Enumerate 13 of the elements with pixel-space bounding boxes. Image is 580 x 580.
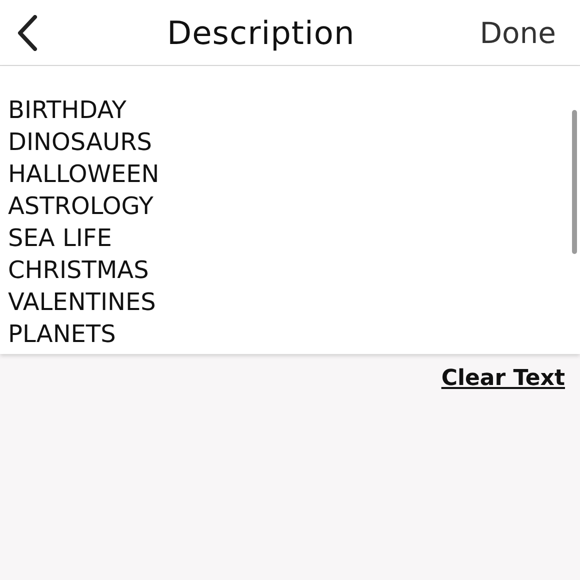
chevron-left-icon xyxy=(16,14,38,50)
description-line: PLANETS xyxy=(8,319,117,350)
description-line: VALENTINES xyxy=(8,287,157,318)
description-line: SEA LIFE xyxy=(8,223,113,254)
screen-title: Description xyxy=(166,14,355,52)
description-line: DINOSAURS xyxy=(8,127,153,158)
clear-text-link[interactable]: Clear Text xyxy=(441,366,565,391)
description-line: HALLOWEEN xyxy=(8,159,160,190)
description-field[interactable]: BIRTHDAY DINOSAURS HALLOWEEN ASTROLOGY SEA LIFE CHRISTMAS VALENTINES PLANETS xyxy=(0,66,580,354)
description-line: ASTROLOGY xyxy=(8,191,154,222)
description-line: BIRTHDAY xyxy=(8,95,128,126)
done-button[interactable]: Done xyxy=(480,16,556,50)
description-line: CHRISTMAS xyxy=(8,255,150,286)
